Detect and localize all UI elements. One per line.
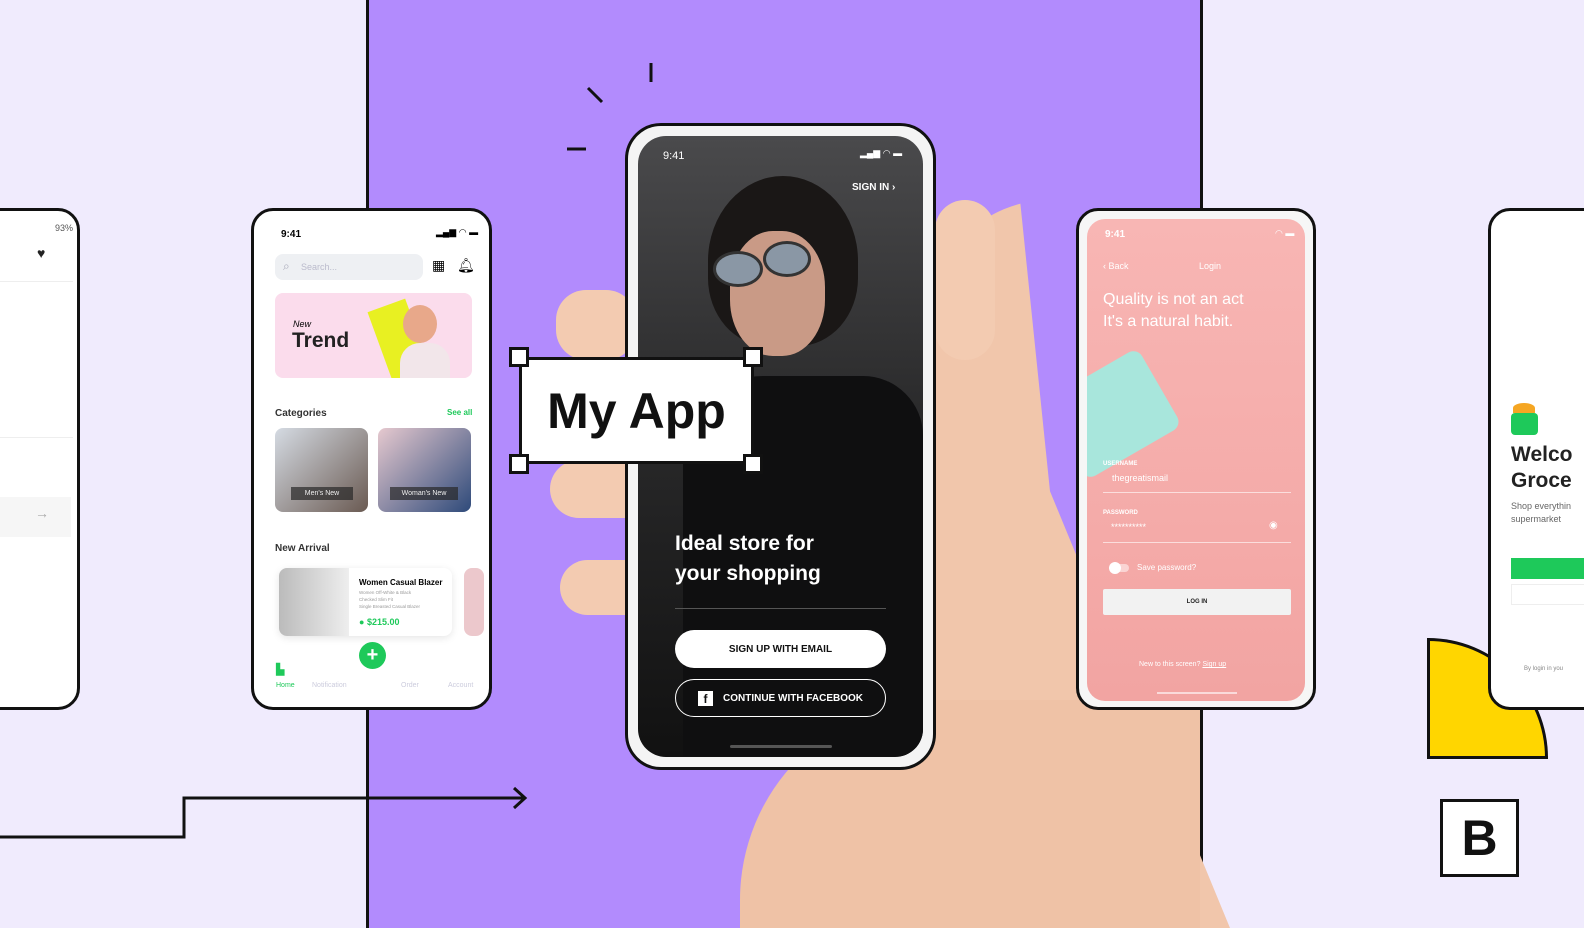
sign-up-link[interactable]: Sign up <box>1202 661 1226 668</box>
status-time: 9:41 <box>1105 229 1126 240</box>
resize-handle[interactable] <box>509 454 529 474</box>
battery-percent: 93% <box>55 223 74 233</box>
trend-banner[interactable]: New Trend <box>275 293 472 378</box>
username-field[interactable]: thegreatismail <box>1112 473 1168 483</box>
home-indicator <box>730 745 832 748</box>
back-button[interactable]: ‹ Back <box>1103 261 1129 271</box>
new-arrival-title: New Arrival <box>275 543 330 554</box>
status-icons: ◠ ▬ <box>1275 228 1295 238</box>
status-time: 9:41 <box>281 229 302 240</box>
eye-icon[interactable]: ◉ <box>1269 520 1278 531</box>
login-phone: 9:41 ◠ ▬ ‹ Back Login Quality is not an … <box>1076 208 1316 710</box>
app-title-label: My App <box>519 357 754 464</box>
sign-in-link[interactable]: SIGN IN › <box>852 182 895 193</box>
search-input[interactable]: ⌕ Search... <box>275 254 423 280</box>
category-womens[interactable]: Woman's New <box>378 428 471 512</box>
see-all-link[interactable]: See all <box>447 408 472 417</box>
brand-logo: B <box>1440 799 1519 877</box>
status-icons: ▂▄▆ ◠ ▬ <box>860 148 903 158</box>
save-password-toggle[interactable] <box>1109 562 1129 574</box>
quote: It's a natural habit. <box>1103 313 1234 330</box>
resize-handle[interactable] <box>509 347 529 367</box>
add-button[interactable]: + <box>359 642 386 669</box>
headline: your shopping <box>675 562 821 585</box>
nav-notification[interactable]: Notification <box>312 682 347 689</box>
search-icon: ⌕ <box>283 259 290 273</box>
login-button[interactable]: LOG IN <box>1103 589 1291 615</box>
category-mens[interactable]: Men's New <box>275 428 368 512</box>
headline: Ideal store for <box>675 532 814 555</box>
status-time: 9:41 <box>663 150 685 162</box>
qr-code-icon[interactable]: ▦ <box>432 257 445 274</box>
secondary-button[interactable] <box>1511 584 1584 605</box>
primary-button[interactable] <box>1511 558 1584 579</box>
product-card[interactable]: Women Casual Blazer Women Off-White & Bl… <box>279 568 452 636</box>
password-field[interactable]: ********** <box>1111 522 1146 532</box>
status-icons: ▂▄▆ ◠ ▬ <box>436 227 479 237</box>
nav-home[interactable]: Home <box>276 682 295 689</box>
finger <box>556 290 636 360</box>
facebook-icon: f <box>698 690 713 706</box>
sign-up-email-button[interactable]: SIGN UP WITH EMAIL <box>675 630 886 668</box>
left-phone: 93% ♥ → <box>0 208 80 710</box>
nav-order[interactable]: Order <box>401 682 419 689</box>
resize-handle[interactable] <box>743 347 763 367</box>
grocery-phone: Welco Groce Shop everythin supermarket B… <box>1488 208 1584 710</box>
quote: Quality is not an act <box>1103 291 1244 308</box>
nav-account[interactable]: Account <box>448 682 473 689</box>
continue-facebook-button[interactable]: f CONTINUE WITH FACEBOOK <box>675 679 886 717</box>
thumb <box>935 200 995 360</box>
resize-handle[interactable] <box>743 454 763 474</box>
bell-icon[interactable]: 🔔︎ <box>457 257 475 274</box>
price-tag: ● $215.00 <box>359 617 400 627</box>
connector-arrow <box>0 786 528 839</box>
arrow-right-icon[interactable]: → <box>35 505 49 521</box>
heart-icon[interactable]: ♥ <box>37 245 45 261</box>
home-icon: ▙ <box>276 664 285 676</box>
screen-title: Login <box>1199 261 1222 271</box>
shop-phone: 9:41 ▂▄▆ ◠ ▬ ⌕ Search... ▦ 🔔︎ New Trend … <box>251 208 492 710</box>
grocery-logo <box>1511 413 1538 435</box>
categories-title: Categories <box>275 408 327 419</box>
